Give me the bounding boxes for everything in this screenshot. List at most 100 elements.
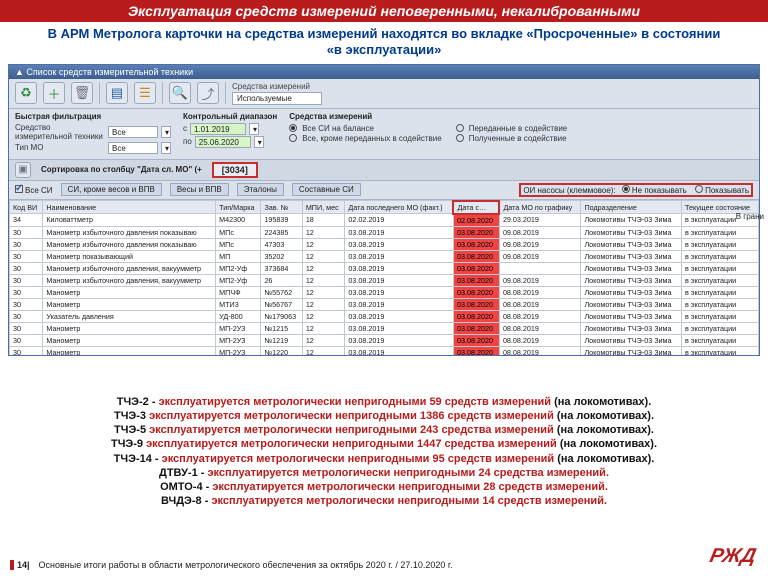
cell-dep: Локомотивы ТЧЭ-03 Зима xyxy=(581,238,682,250)
table-row[interactable]: 30МанометрМТИ3№567671203.08.201903.08.20… xyxy=(10,298,759,310)
col-type[interactable]: Тип/Марка xyxy=(216,201,261,214)
cell-status: в эксплуатации xyxy=(682,238,759,250)
cell-mpi: 12 xyxy=(302,274,345,286)
cell-zav: 195839 xyxy=(261,214,302,227)
table-row[interactable]: 30МанометрМП-2УЗ№12201203.08.201903.08.2… xyxy=(10,346,759,355)
table-row[interactable]: 30МанометрМП-2УЗ№12151203.08.201903.08.2… xyxy=(10,322,759,334)
refresh-icon[interactable]: ♻ xyxy=(15,82,37,104)
means-title: Средства измерений xyxy=(289,112,567,121)
table-row[interactable]: 30Манометр избыточного давления, вакуумм… xyxy=(10,274,759,286)
export-icon[interactable]: ⤴ xyxy=(197,82,219,104)
cell-plan: 08.08.2019 xyxy=(499,298,581,310)
cell-zav: №1215 xyxy=(261,322,302,334)
cell-kod: 30 xyxy=(10,226,43,238)
cell-dep: Локомотивы ТЧЭ-03 Зима xyxy=(581,250,682,262)
cell-type: МП2-Уф xyxy=(216,262,261,274)
radio-show-pumps[interactable] xyxy=(695,185,703,193)
cell-type: МПс xyxy=(216,226,261,238)
table-row[interactable]: 30Указатель давленияУД-800№1790631203.08… xyxy=(10,310,759,322)
cell-name: Манометр xyxy=(43,286,216,298)
col-zav[interactable]: Зав. № xyxy=(261,201,302,214)
card-icon[interactable]: ▤ xyxy=(106,82,128,104)
checkbox-all-si[interactable] xyxy=(15,185,23,193)
tab-composite[interactable]: Составные СИ xyxy=(292,183,361,196)
table-row[interactable]: 30Манометр показывающийМП352021203.08.20… xyxy=(10,250,759,262)
tab-weights[interactable]: Весы и ВПВ xyxy=(170,183,229,196)
table-row[interactable]: 30Манометр избыточного давления показыва… xyxy=(10,238,759,250)
cell-last: 03.08.2019 xyxy=(345,238,454,250)
cell-due: 03.08.2020 xyxy=(453,346,499,355)
cell-status: в эксплуатации xyxy=(682,346,759,355)
col-due[interactable]: Дата с… xyxy=(453,201,499,214)
add-icon[interactable]: ＋ xyxy=(43,82,65,104)
toolbar-group-select[interactable]: Используемые xyxy=(232,92,322,105)
cell-due: 03.08.2020 xyxy=(453,334,499,346)
cell-due: 03.08.2020 xyxy=(453,286,499,298)
cell-status: в эксплуатации xyxy=(682,334,759,346)
cell-plan: 09.08.2019 xyxy=(499,238,581,250)
table-row[interactable]: 30МанометрМП-2УЗ№12191203.08.201903.08.2… xyxy=(10,334,759,346)
cell-due: 03.08.2020 xyxy=(453,274,499,286)
cell-zav: №56767 xyxy=(261,298,302,310)
date-from-input[interactable]: 1.01.2019 xyxy=(190,123,246,135)
col-kod[interactable]: Код ВИ xyxy=(10,201,43,214)
summary-line: ТЧЭ-3 эксплуатируется метрологически неп… xyxy=(30,410,738,424)
toolbar-separator xyxy=(225,82,226,104)
table-row[interactable]: 30Манометр избыточного давления показыва… xyxy=(10,226,759,238)
table-row[interactable]: 34КиловаттметрМ423001958391802.02.201902… xyxy=(10,214,759,227)
toolbar: ♻ ＋ 🗑 ▤ ☰ 🔍 ⤴ Средства измерений Использ… xyxy=(9,79,759,109)
cell-plan: 29.03.2019 xyxy=(499,214,581,227)
table-header-row: Код ВИ Наименование Тип/Марка Зав. № МПИ… xyxy=(10,201,759,214)
delete-icon[interactable]: 🗑 xyxy=(71,82,93,104)
cell-plan xyxy=(499,262,581,274)
filter-select[interactable]: Все xyxy=(108,142,158,154)
cell-status: в эксплуатации xyxy=(682,286,759,298)
radio-label: Не показывать xyxy=(632,186,687,195)
list-icon[interactable]: ☰ xyxy=(134,82,156,104)
col-last[interactable]: Дата последнего МО (факт.) xyxy=(345,201,454,214)
summary-line: ДТВУ-1 - эксплуатируется метрологически … xyxy=(30,467,738,481)
col-plan[interactable]: Дата МО по графику xyxy=(499,201,581,214)
tab-label: Все СИ xyxy=(25,186,53,195)
cell-name: Киловаттметр xyxy=(43,214,216,227)
radio-label: Показывать xyxy=(705,186,749,195)
rzd-logo: РЖД xyxy=(708,545,758,568)
dropdown-icon[interactable]: ▾ xyxy=(161,126,171,138)
cell-due: 02.08.2020 xyxy=(453,214,499,227)
dropdown-icon[interactable]: ▾ xyxy=(161,142,171,154)
cell-status: в эксплуатации xyxy=(682,226,759,238)
col-name[interactable]: Наименование xyxy=(43,201,216,214)
footer-text: Основные итоги работы в области метролог… xyxy=(39,560,453,570)
radio-except-transferred[interactable] xyxy=(289,134,297,142)
cell-type: МП-2УЗ xyxy=(216,322,261,334)
filter-select[interactable]: Все xyxy=(108,126,158,138)
dropdown-icon[interactable]: ▾ xyxy=(249,123,259,135)
col-mpi[interactable]: МПИ, мес xyxy=(302,201,345,214)
table-row[interactable]: 30МанометрМПЧФ№557621203.08.201903.08.20… xyxy=(10,286,759,298)
cell-kod: 30 xyxy=(10,274,43,286)
cell-dep: Локомотивы ТЧЭ-03 Зима xyxy=(581,334,682,346)
tab-si-except[interactable]: СИ, кроме весов и ВПВ xyxy=(61,183,162,196)
cell-kod: 30 xyxy=(10,286,43,298)
cell-plan: 09.08.2019 xyxy=(499,226,581,238)
dropdown-icon[interactable]: ▾ xyxy=(254,136,264,148)
radio-hide-pumps[interactable] xyxy=(622,185,630,193)
slide-subtitle: В АРМ Метролога карточки на средства изм… xyxy=(0,22,768,61)
cell-plan: 08.08.2019 xyxy=(499,334,581,346)
cell-zav: №1219 xyxy=(261,334,302,346)
cell-plan: 09.08.2019 xyxy=(499,274,581,286)
radio-transferred[interactable] xyxy=(456,124,464,132)
collapse-icon[interactable]: ▣ xyxy=(15,162,31,178)
radio-all-balance[interactable] xyxy=(289,124,297,132)
date-to-input[interactable]: 25.06.2020 xyxy=(195,136,251,148)
cell-last: 03.08.2019 xyxy=(345,322,454,334)
search-icon[interactable]: 🔍 xyxy=(169,82,191,104)
quick-filter-title: Быстрая фильтрация xyxy=(15,112,171,121)
cell-zav: №179063 xyxy=(261,310,302,322)
table-row[interactable]: 30Манометр избыточного давления, вакуумм… xyxy=(10,262,759,274)
filter-label: Средство измерительной техники xyxy=(15,123,105,141)
tab-etalons[interactable]: Эталоны xyxy=(237,183,284,196)
col-dep[interactable]: Подразделение xyxy=(581,201,682,214)
edge-note: В грани xyxy=(736,212,764,221)
radio-received[interactable] xyxy=(456,134,464,142)
